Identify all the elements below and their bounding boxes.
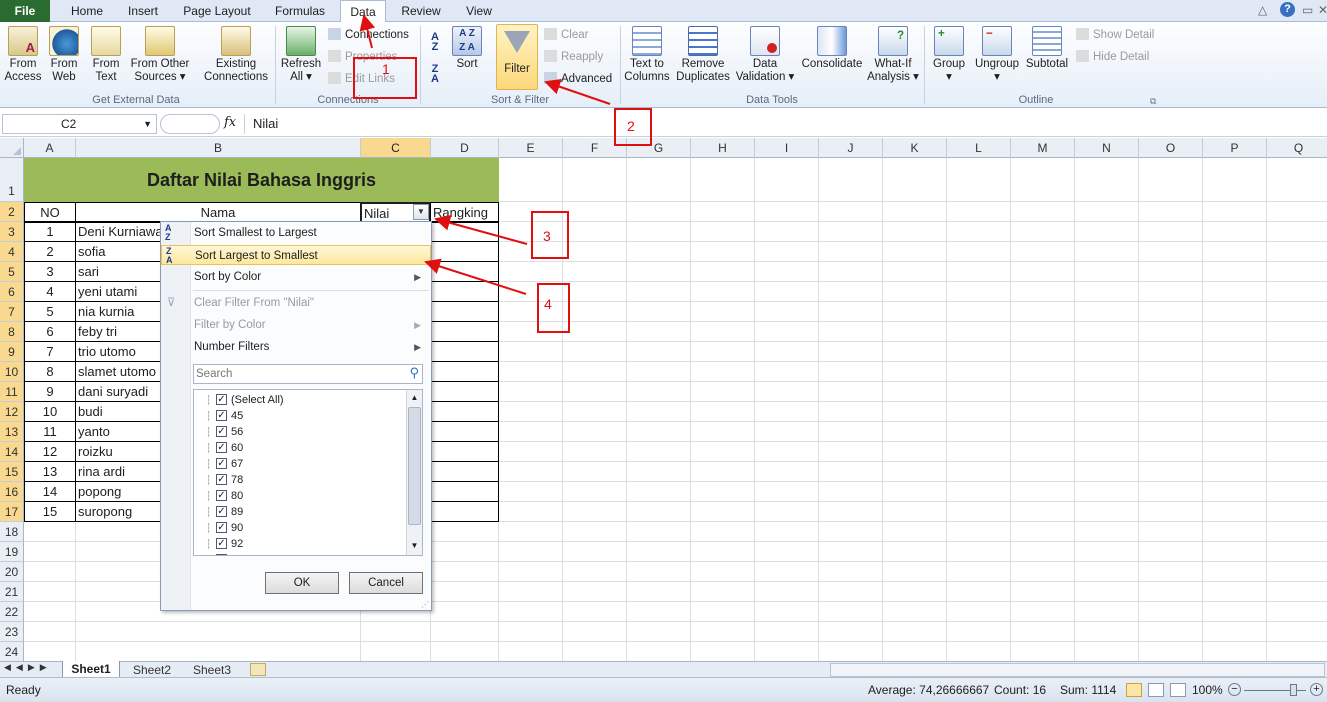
annotation-arrow-4 bbox=[424, 258, 527, 295]
annotation-arrow-2 bbox=[544, 78, 611, 105]
annotation-arrows bbox=[359, 14, 611, 295]
normal-view-icon[interactable] bbox=[1126, 683, 1142, 697]
horizontal-scrollbar[interactable] bbox=[830, 663, 1325, 677]
zoom-level[interactable]: 100% bbox=[1192, 678, 1223, 702]
annotation-arrow-3 bbox=[434, 214, 528, 245]
status-average: Average: 74,26666667 bbox=[868, 683, 990, 697]
zoom-in-icon[interactable]: + bbox=[1310, 683, 1323, 696]
insert-sheet-icon[interactable] bbox=[250, 663, 266, 676]
sheet-tab-sheet2[interactable]: Sheet2 bbox=[124, 662, 180, 678]
status-ready: Ready bbox=[6, 683, 41, 697]
sheet-nav-arrows-icon[interactable]: ◀◀▶▶ bbox=[4, 662, 52, 673]
sheet-tab-sheet3[interactable]: Sheet3 bbox=[184, 662, 240, 678]
annotation-arrow-1 bbox=[359, 14, 376, 49]
status-count: Count: 16 bbox=[994, 683, 1047, 697]
sheet-tabs-bar: ◀◀▶▶ Sheet1 Sheet2 Sheet3 bbox=[0, 661, 1327, 678]
page-layout-view-icon[interactable] bbox=[1148, 683, 1164, 697]
sheet-tab-sheet1[interactable]: Sheet1 bbox=[62, 661, 120, 678]
zoom-out-icon[interactable]: − bbox=[1228, 683, 1241, 696]
zoom-slider-thumb[interactable] bbox=[1290, 684, 1297, 696]
page-break-view-icon[interactable] bbox=[1170, 683, 1186, 697]
status-bar: Ready Average: 74,26666667 Count: 16 Sum… bbox=[0, 677, 1327, 702]
status-sum: Sum: 1114 bbox=[1060, 683, 1117, 697]
